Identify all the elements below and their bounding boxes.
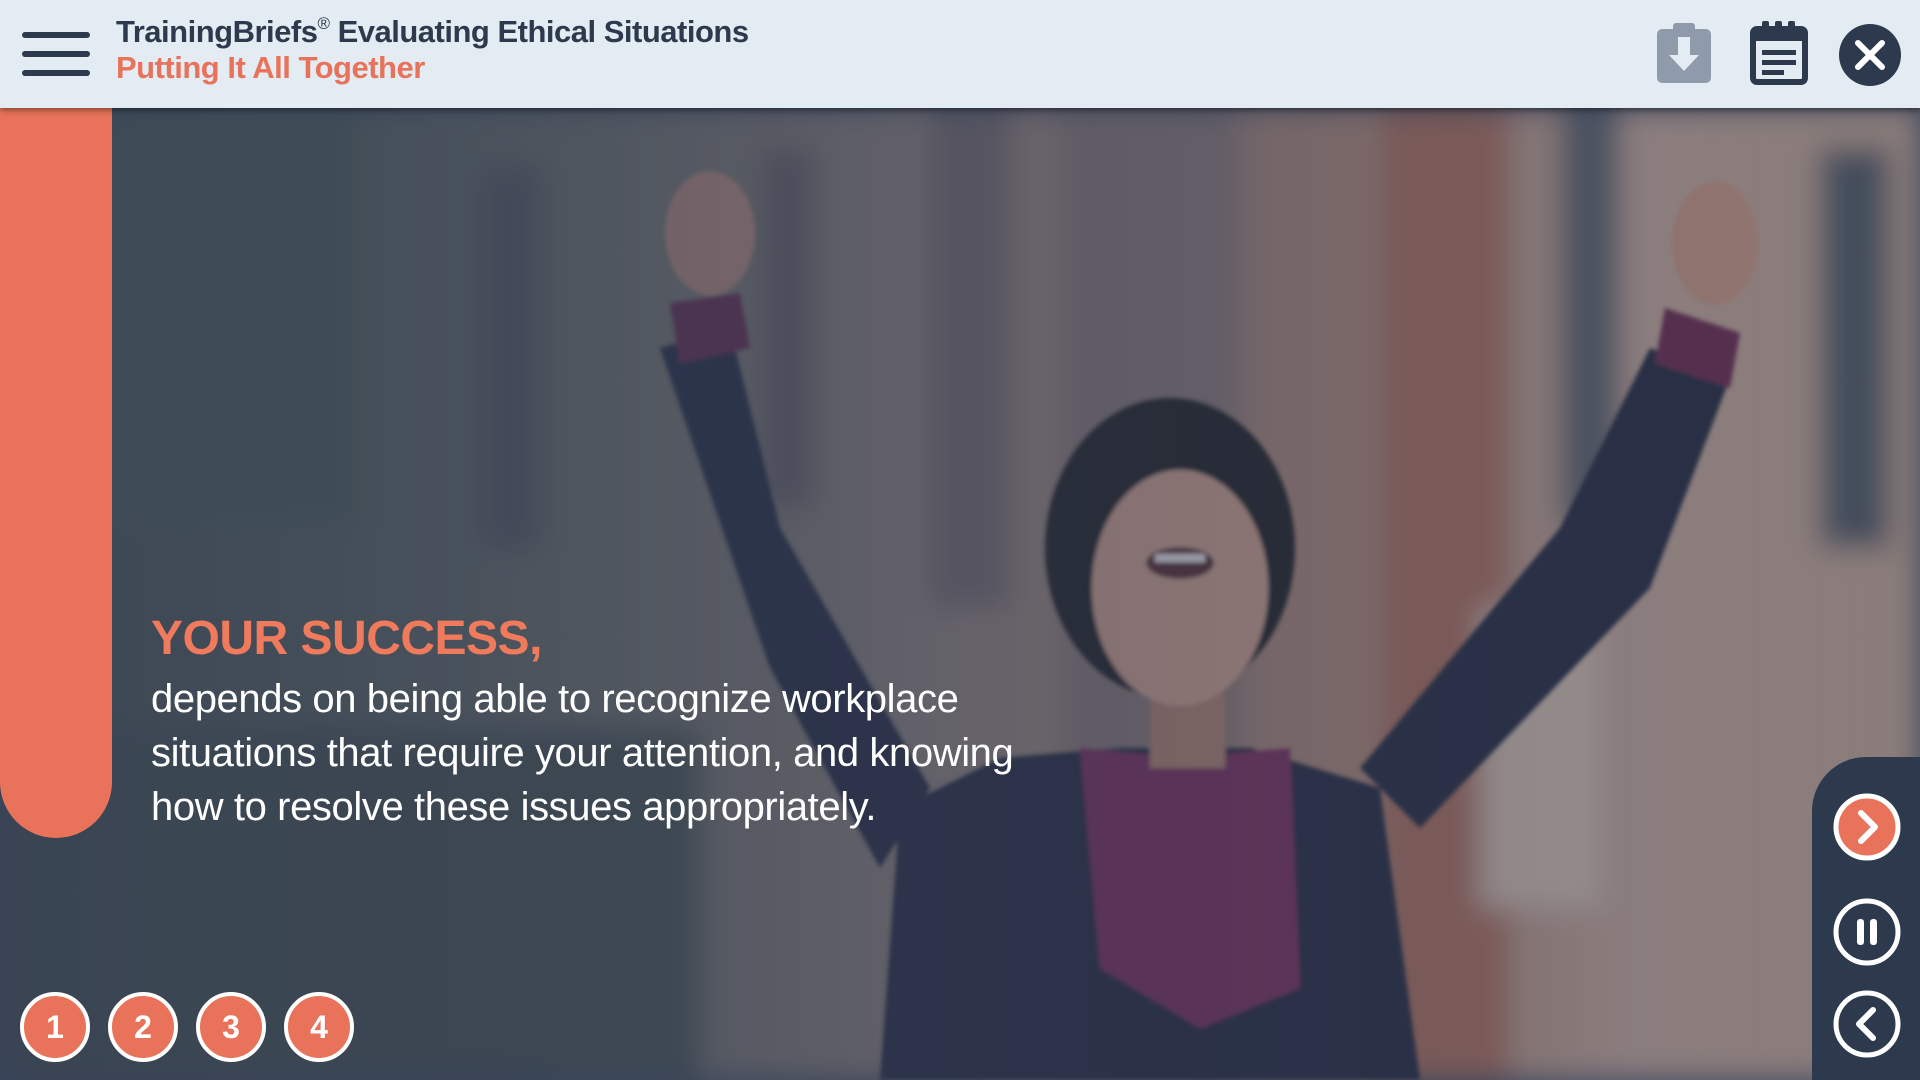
hamburger-menu-icon bbox=[22, 32, 90, 38]
pause-icon bbox=[1833, 898, 1901, 966]
back-button[interactable] bbox=[1832, 989, 1902, 1059]
notes-button[interactable] bbox=[1750, 19, 1808, 85]
chevron-right-icon bbox=[1833, 793, 1901, 861]
download-button[interactable] bbox=[1655, 21, 1713, 85]
slide-heading: YOUR SUCCESS, bbox=[151, 612, 542, 665]
course-title: TrainingBriefs® Evaluating Ethical Situa… bbox=[116, 14, 749, 50]
accent-bar bbox=[0, 108, 112, 838]
page-dot-4[interactable]: 4 bbox=[284, 992, 354, 1062]
page-dot-3[interactable]: 3 bbox=[196, 992, 266, 1062]
page-dot-1[interactable]: 1 bbox=[20, 992, 90, 1062]
playback-controls bbox=[1812, 757, 1920, 1080]
course-name: Evaluating Ethical Situations bbox=[337, 14, 749, 49]
section-title: Putting It All Together bbox=[116, 49, 425, 85]
download-icon bbox=[1657, 23, 1711, 83]
pause-button[interactable] bbox=[1832, 897, 1902, 967]
page-dot-2[interactable]: 2 bbox=[108, 992, 178, 1062]
slide-message: YOUR SUCCESS, depends on being able to r… bbox=[151, 612, 1111, 834]
next-button[interactable] bbox=[1832, 792, 1902, 862]
course-brand: TrainingBriefs bbox=[116, 14, 318, 49]
chevron-left-icon bbox=[1833, 990, 1901, 1058]
course-player: TrainingBriefs® Evaluating Ethical Situa… bbox=[0, 0, 1920, 1080]
page-navigation: 1 2 3 4 bbox=[20, 992, 354, 1062]
slide-stage: YOUR SUCCESS, depends on being able to r… bbox=[0, 108, 1920, 1080]
registered-mark: ® bbox=[317, 13, 330, 33]
title-block: TrainingBriefs® Evaluating Ethical Situa… bbox=[116, 14, 749, 85]
slide-body: depends on being able to recognize workp… bbox=[151, 676, 1014, 829]
header-bar: TrainingBriefs® Evaluating Ethical Situa… bbox=[0, 0, 1920, 108]
menu-button[interactable] bbox=[20, 28, 92, 80]
close-button[interactable] bbox=[1838, 23, 1902, 87]
close-icon bbox=[1839, 24, 1901, 86]
notepad-icon bbox=[1750, 21, 1808, 85]
